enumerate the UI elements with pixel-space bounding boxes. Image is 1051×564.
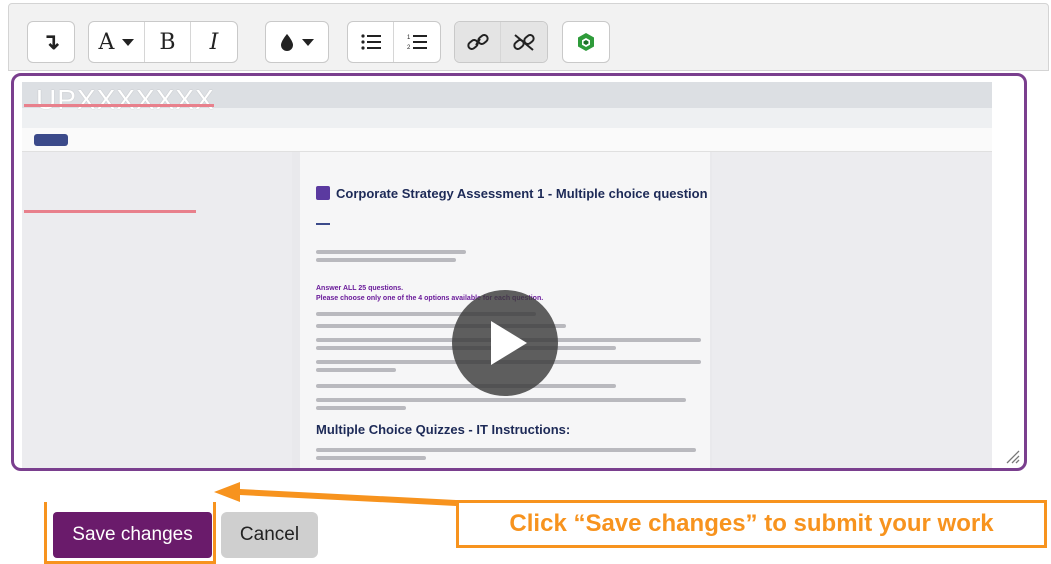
bold-button[interactable]: B: [145, 22, 191, 62]
editor-content-area[interactable]: Corporate Strategy Assessment 1 - Multip…: [11, 73, 1027, 471]
instruction-callout: Click “Save changes” to submit your work: [456, 500, 1047, 548]
unordered-list-button[interactable]: [348, 22, 394, 62]
toolbar-group-links: [454, 21, 548, 63]
video-left-pane: [22, 152, 292, 468]
chevron-down-icon: [122, 38, 135, 46]
text-line: [316, 368, 396, 372]
toolbar-group-collapse: ↴: [27, 21, 75, 63]
italic-button[interactable]: I: [191, 22, 237, 62]
pink-annotation-line: [24, 210, 196, 213]
collapse-icon: ↴: [41, 29, 61, 54]
text-editor: ↴ A B I 12 Corporate Strategy Assessment…: [8, 3, 1049, 471]
font-size-icon: A: [98, 29, 115, 55]
save-changes-button[interactable]: Save changes: [53, 512, 212, 558]
play-icon: [491, 321, 527, 365]
video-site-nav: [22, 128, 992, 152]
collapse-toolbar-button[interactable]: ↴: [28, 22, 74, 62]
toolbar-group-media: [562, 21, 610, 63]
quiz-icon: [316, 186, 330, 200]
text-line: [316, 448, 696, 452]
text-line: [316, 250, 466, 254]
link-button[interactable]: [455, 22, 501, 62]
video-right-pane: [712, 152, 992, 468]
bold-icon: B: [159, 29, 176, 55]
unlink-button[interactable]: [501, 22, 547, 62]
video-watermark: UPXXXXXXX: [36, 84, 215, 115]
text-color-icon: [281, 34, 293, 51]
text-line: [316, 406, 406, 410]
site-logo: [34, 133, 68, 146]
unordered-list-icon: [360, 34, 381, 50]
editor-toolbar: ↴ A B I 12: [8, 3, 1049, 71]
chevron-down-icon: [302, 38, 314, 46]
svg-text:1: 1: [407, 35, 411, 41]
text-line: [316, 384, 616, 388]
italic-icon: I: [209, 29, 219, 55]
ordered-list-button[interactable]: 12: [394, 22, 440, 62]
text-line: [316, 398, 686, 402]
pink-annotation-line: [24, 104, 214, 107]
text-line: [316, 456, 426, 460]
toolbar-group-color: [265, 21, 329, 63]
embedded-video[interactable]: Corporate Strategy Assessment 1 - Multip…: [22, 82, 992, 468]
resize-handle-icon[interactable]: [1004, 448, 1020, 464]
ordered-list-icon: 12: [407, 35, 427, 51]
toolbar-group-text: A B I: [88, 21, 238, 63]
video-play-button[interactable]: [452, 290, 558, 396]
text-color-button[interactable]: [266, 22, 328, 62]
media-button[interactable]: [563, 22, 609, 62]
link-icon: [466, 34, 489, 50]
font-size-button[interactable]: A: [89, 22, 145, 62]
quiz-title: Corporate Strategy Assessment 1 - Multip…: [336, 186, 708, 201]
quiz-section-heading: Multiple Choice Quizzes - IT Instruction…: [316, 422, 571, 437]
callout-arrow-icon: [214, 482, 456, 506]
cancel-button[interactable]: Cancel: [221, 512, 318, 558]
unlink-icon: [513, 34, 535, 51]
media-icon: [578, 33, 594, 51]
toolbar-group-lists: 12: [347, 21, 441, 63]
text-line: [316, 258, 456, 262]
quiz-tab-underline: [316, 223, 330, 225]
svg-text:2: 2: [407, 45, 411, 51]
